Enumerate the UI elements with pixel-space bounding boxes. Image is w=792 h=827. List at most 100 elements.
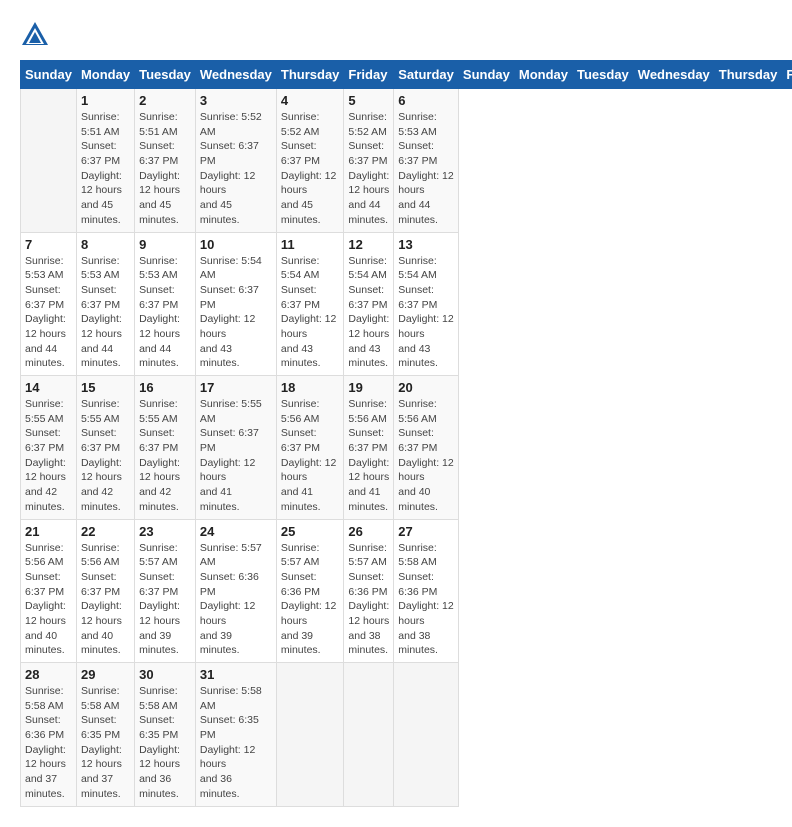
header-friday: Friday [344,61,394,89]
day-info: Sunrise: 5:55 AMSunset: 6:37 PMDaylight:… [200,397,272,515]
calendar-cell: 16 Sunrise: 5:55 AMSunset: 6:37 PMDayligh… [135,376,196,520]
day-number: 23 [139,524,191,539]
calendar-cell: 7 Sunrise: 5:53 AMSunset: 6:37 PMDaylight… [21,232,77,376]
day-number: 5 [348,93,389,108]
day-number: 22 [81,524,130,539]
week-row-1: 1 Sunrise: 5:51 AMSunset: 6:37 PMDaylight… [21,89,792,233]
day-info: Sunrise: 5:57 AMSunset: 6:37 PMDaylight:… [139,541,191,659]
day-info: Sunrise: 5:52 AMSunset: 6:37 PMDaylight:… [281,110,340,228]
day-number: 25 [281,524,340,539]
col-header-wednesday: Wednesday [633,61,714,89]
day-info: Sunrise: 5:58 AMSunset: 6:35 PMDaylight:… [81,684,130,802]
day-info: Sunrise: 5:53 AMSunset: 6:37 PMDaylight:… [81,254,130,372]
calendar-cell [344,663,394,807]
day-number: 11 [281,237,340,252]
calendar-cell: 6 Sunrise: 5:53 AMSunset: 6:37 PMDaylight… [394,89,459,233]
col-header-monday: Monday [514,61,572,89]
day-info: Sunrise: 5:56 AMSunset: 6:37 PMDaylight:… [348,397,389,515]
header-thursday: Thursday [276,61,344,89]
calendar-cell: 23 Sunrise: 5:57 AMSunset: 6:37 PMDayligh… [135,519,196,663]
day-number: 28 [25,667,72,682]
header-saturday: Saturday [394,61,459,89]
calendar-cell: 9 Sunrise: 5:53 AMSunset: 6:37 PMDaylight… [135,232,196,376]
day-number: 17 [200,380,272,395]
day-number: 16 [139,380,191,395]
day-info: Sunrise: 5:54 AMSunset: 6:37 PMDaylight:… [281,254,340,372]
calendar-cell: 22 Sunrise: 5:56 AMSunset: 6:37 PMDayligh… [76,519,134,663]
calendar-cell [21,89,77,233]
day-info: Sunrise: 5:53 AMSunset: 6:37 PMDaylight:… [25,254,72,372]
day-number: 6 [398,93,454,108]
week-row-2: 7 Sunrise: 5:53 AMSunset: 6:37 PMDaylight… [21,232,792,376]
day-info: Sunrise: 5:52 AMSunset: 6:37 PMDaylight:… [348,110,389,228]
calendar-cell: 25 Sunrise: 5:57 AMSunset: 6:36 PMDayligh… [276,519,344,663]
calendar-cell: 24Sunrise: 5:57 AMSunset: 6:36 PMDayligh… [195,519,276,663]
day-number: 1 [81,93,130,108]
week-row-3: 14Sunrise: 5:55 AMSunset: 6:37 PMDayligh… [21,376,792,520]
day-number: 18 [281,380,340,395]
day-info: Sunrise: 5:58 AMSunset: 6:35 PMDaylight:… [200,684,272,802]
calendar-cell: 4 Sunrise: 5:52 AMSunset: 6:37 PMDaylight… [276,89,344,233]
week-row-5: 28 Sunrise: 5:58 AMSunset: 6:36 PMDayligh… [21,663,792,807]
day-number: 30 [139,667,191,682]
calendar-cell: 20Sunrise: 5:56 AMSunset: 6:37 PMDayligh… [394,376,459,520]
calendar-cell: 28 Sunrise: 5:58 AMSunset: 6:36 PMDayligh… [21,663,77,807]
page-header [20,20,772,50]
day-number: 27 [398,524,454,539]
calendar-cell: 2 Sunrise: 5:51 AMSunset: 6:37 PMDaylight… [135,89,196,233]
col-header-sunday: Sunday [458,61,514,89]
calendar-cell: 11 Sunrise: 5:54 AMSunset: 6:37 PMDayligh… [276,232,344,376]
calendar-cell: 17 Sunrise: 5:55 AMSunset: 6:37 PMDayligh… [195,376,276,520]
day-info: Sunrise: 5:52 AMSunset: 6:37 PMDaylight:… [200,110,272,228]
header-sunday: Sunday [21,61,77,89]
calendar-cell: 19 Sunrise: 5:56 AMSunset: 6:37 PMDayligh… [344,376,394,520]
logo-icon [20,20,50,50]
day-info: Sunrise: 5:54 AMSunset: 6:37 PMDaylight:… [398,254,454,372]
header-wednesday: Wednesday [195,61,276,89]
col-header-thursday: Thursday [714,61,782,89]
day-number: 29 [81,667,130,682]
calendar-cell: 15Sunrise: 5:55 AMSunset: 6:37 PMDayligh… [76,376,134,520]
logo [20,20,54,50]
day-info: Sunrise: 5:51 AMSunset: 6:37 PMDaylight:… [139,110,191,228]
day-info: Sunrise: 5:55 AMSunset: 6:37 PMDaylight:… [139,397,191,515]
day-info: Sunrise: 5:56 AMSunset: 6:37 PMDaylight:… [81,541,130,659]
day-number: 13 [398,237,454,252]
calendar-cell: 8 Sunrise: 5:53 AMSunset: 6:37 PMDaylight… [76,232,134,376]
day-info: Sunrise: 5:57 AMSunset: 6:36 PMDaylight:… [281,541,340,659]
day-info: Sunrise: 5:57 AMSunset: 6:36 PMDaylight:… [200,541,272,659]
day-info: Sunrise: 5:53 AMSunset: 6:37 PMDaylight:… [139,254,191,372]
calendar-table: SundayMondayTuesdayWednesdayThursdayFrid… [20,60,792,807]
calendar-header-row: SundayMondayTuesdayWednesdayThursdayFrid… [21,61,792,89]
calendar-cell: 29 Sunrise: 5:58 AMSunset: 6:35 PMDayligh… [76,663,134,807]
day-number: 9 [139,237,191,252]
day-info: Sunrise: 5:53 AMSunset: 6:37 PMDaylight:… [398,110,454,228]
day-number: 19 [348,380,389,395]
day-info: Sunrise: 5:58 AMSunset: 6:36 PMDaylight:… [25,684,72,802]
day-number: 2 [139,93,191,108]
calendar-cell [394,663,459,807]
calendar-cell: 13 Sunrise: 5:54 AMSunset: 6:37 PMDayligh… [394,232,459,376]
calendar-cell [276,663,344,807]
day-number: 8 [81,237,130,252]
week-row-4: 21 Sunrise: 5:56 AMSunset: 6:37 PMDayligh… [21,519,792,663]
day-info: Sunrise: 5:55 AMSunset: 6:37 PMDaylight:… [25,397,72,515]
day-info: Sunrise: 5:54 AMSunset: 6:37 PMDaylight:… [348,254,389,372]
calendar-cell: 30Sunrise: 5:58 AMSunset: 6:35 PMDayligh… [135,663,196,807]
col-header-tuesday: Tuesday [573,61,634,89]
day-number: 7 [25,237,72,252]
day-number: 3 [200,93,272,108]
header-monday: Monday [76,61,134,89]
calendar-cell: 5 Sunrise: 5:52 AMSunset: 6:37 PMDaylight… [344,89,394,233]
day-number: 21 [25,524,72,539]
day-number: 4 [281,93,340,108]
calendar-cell: 18Sunrise: 5:56 AMSunset: 6:37 PMDayligh… [276,376,344,520]
day-info: Sunrise: 5:55 AMSunset: 6:37 PMDaylight:… [81,397,130,515]
day-number: 10 [200,237,272,252]
calendar-cell: 3 Sunrise: 5:52 AMSunset: 6:37 PMDaylight… [195,89,276,233]
col-header-friday: Friday [782,61,792,89]
day-info: Sunrise: 5:54 AMSunset: 6:37 PMDaylight:… [200,254,272,372]
day-number: 31 [200,667,272,682]
header-tuesday: Tuesday [135,61,196,89]
day-info: Sunrise: 5:51 AMSunset: 6:37 PMDaylight:… [81,110,130,228]
